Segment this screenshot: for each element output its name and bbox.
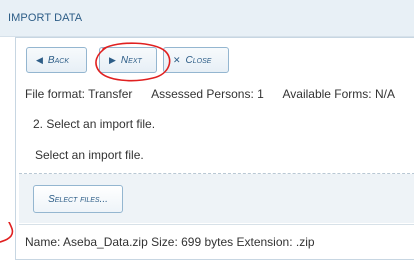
file-details: Name: Aseba_Data.zip Size: 699 bytes Ext… — [25, 235, 315, 249]
close-label: Close — [185, 54, 212, 66]
triangle-left-icon: ◀ — [36, 54, 43, 65]
window-title: IMPORT DATA — [8, 12, 83, 24]
available-forms-text: Available Forms: N/A — [282, 87, 395, 101]
import-panel: ◀ Back ▶ Next ✕ Close File format: Trans… — [15, 37, 414, 260]
import-info: File format: Transfer Assessed Persons: … — [25, 87, 395, 101]
next-button[interactable]: ▶ Next — [99, 47, 157, 73]
back-button[interactable]: ◀ Back — [26, 47, 87, 73]
uploaded-file-row: Name: Aseba_Data.zip Size: 699 bytes Ext… — [19, 224, 414, 259]
back-label: Back — [47, 54, 69, 66]
import-data-window: IMPORT DATA ◀ Back ▶ Next ✕ Close File f… — [0, 0, 414, 265]
select-files-button[interactable]: Select files... — [33, 185, 123, 213]
assessed-persons-text: Assessed Persons: 1 — [151, 87, 264, 101]
step-instruction: Select an import file. — [35, 148, 144, 162]
close-button[interactable]: ✕ Close — [163, 47, 229, 73]
file-name: Name: Aseba_Data.zip — [25, 235, 148, 249]
triangle-right-icon: ▶ — [109, 54, 116, 65]
step-heading: 2. Select an import file. — [33, 117, 156, 131]
file-extension: Extension: .zip — [236, 235, 315, 249]
file-format-text: File format: Transfer — [25, 87, 133, 101]
divider — [19, 173, 414, 174]
next-label: Next — [120, 54, 142, 66]
close-x-icon: ✕ — [173, 54, 181, 65]
window-header: IMPORT DATA — [0, 0, 414, 37]
file-size: Size: 699 bytes — [151, 235, 234, 249]
